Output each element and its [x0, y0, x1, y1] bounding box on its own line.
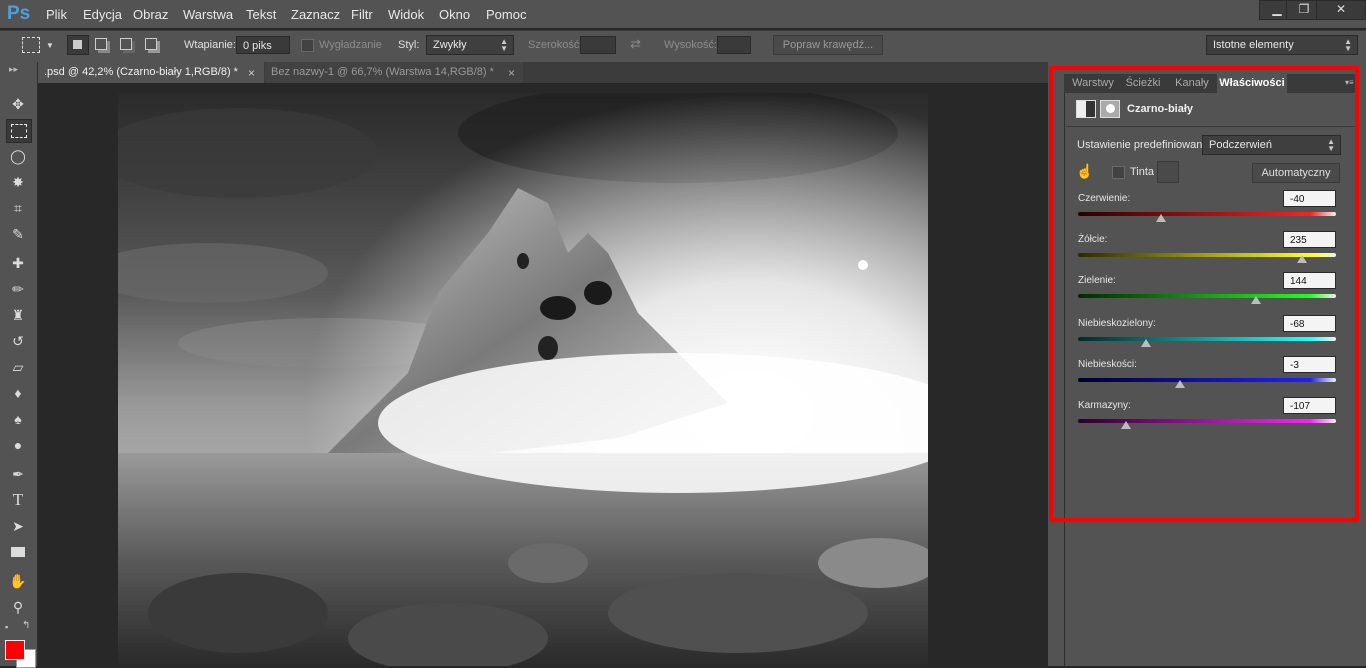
- menu-select[interactable]: Zaznacz: [291, 7, 340, 22]
- default-colors-icon[interactable]: ▪: [5, 622, 8, 632]
- paint-bucket-tool-icon[interactable]: ♦: [6, 382, 30, 404]
- intersect-selection-icon[interactable]: [145, 38, 157, 50]
- feather-input[interactable]: 0 piks: [236, 36, 290, 54]
- antialias-label: Wygładzanie: [319, 39, 382, 51]
- clone-stamp-tool-icon[interactable]: ♜: [6, 304, 30, 326]
- close-tab-icon[interactable]: ×: [508, 66, 515, 80]
- blur-tool-icon[interactable]: ♠: [6, 408, 30, 430]
- crop-tool-icon[interactable]: ⌗: [6, 197, 30, 219]
- height-label: Wysokość:: [664, 39, 718, 51]
- chevron-down-icon[interactable]: ▼: [46, 41, 54, 50]
- dodge-tool-icon[interactable]: ●: [6, 434, 30, 456]
- type-tool-icon[interactable]: T: [6, 489, 30, 511]
- menu-help[interactable]: Pomoc: [486, 7, 526, 22]
- new-selection-icon[interactable]: [67, 35, 89, 55]
- foreground-color-swatch[interactable]: [5, 640, 25, 660]
- brush-tool-icon[interactable]: ✏: [6, 278, 30, 300]
- menu-layer[interactable]: Warstwa: [183, 7, 233, 22]
- magic-wand-tool-icon[interactable]: ✸: [6, 171, 30, 193]
- tab-document-2[interactable]: Bez nazwy-1 @ 66,7% (Warstwa 14,RGB/8) *: [265, 62, 523, 83]
- menu-filter[interactable]: Filtr: [351, 7, 373, 22]
- zoom-tool-icon[interactable]: ⚲: [6, 596, 30, 618]
- close-window-button[interactable]: ✕: [1316, 0, 1366, 20]
- canvas-image[interactable]: [118, 93, 928, 666]
- rectangular-marquee-tool-icon[interactable]: [6, 119, 32, 143]
- width-input[interactable]: [580, 36, 616, 54]
- menu-file[interactable]: Plik: [46, 7, 67, 22]
- tab-document-1[interactable]: .psd @ 42,2% (Czarno-biały 1,RGB/8) *: [38, 62, 264, 83]
- subtract-from-selection-icon[interactable]: [120, 38, 132, 50]
- marquee-tool-preset-icon[interactable]: [22, 37, 40, 53]
- style-label: Styl:: [398, 39, 420, 51]
- rectangle-tool-icon[interactable]: [6, 541, 30, 563]
- close-tab-icon[interactable]: ×: [248, 66, 255, 80]
- pen-tool-icon[interactable]: ✒: [6, 463, 30, 485]
- hand-tool-icon[interactable]: ✋: [6, 570, 30, 592]
- photoshop-logo: Ps: [7, 3, 31, 24]
- height-input[interactable]: [717, 36, 751, 54]
- highlight-annotation-box: [1049, 66, 1359, 522]
- menu-edit[interactable]: Edycja: [83, 7, 122, 22]
- antialias-checkbox[interactable]: [301, 39, 314, 52]
- swap-colors-icon[interactable]: ↰: [22, 620, 30, 631]
- refine-edge-button[interactable]: Popraw krawędź...: [773, 35, 883, 55]
- menu-window[interactable]: Okno: [439, 7, 470, 22]
- lasso-tool-icon[interactable]: ◯: [6, 145, 30, 167]
- menu-view[interactable]: Widok: [388, 7, 424, 22]
- eyedropper-tool-icon[interactable]: ✎: [6, 223, 30, 245]
- history-brush-tool-icon[interactable]: ↺: [6, 330, 30, 352]
- swap-dimensions-icon[interactable]: ⇄: [630, 36, 641, 52]
- path-selection-tool-icon[interactable]: ➤: [6, 515, 30, 537]
- style-select[interactable]: Zwykły ▲ ▼: [426, 35, 514, 55]
- move-tool-icon[interactable]: ✥: [6, 93, 30, 115]
- menu-image[interactable]: Obraz: [133, 7, 168, 22]
- healing-brush-tool-icon[interactable]: ✚: [6, 252, 30, 274]
- eraser-tool-icon[interactable]: ▱: [6, 356, 30, 378]
- menu-type[interactable]: Tekst: [246, 7, 276, 22]
- add-to-selection-icon[interactable]: [95, 38, 107, 50]
- width-label: Szerokość:: [528, 39, 583, 51]
- collapse-tools-icon[interactable]: ▸▸: [9, 64, 18, 75]
- feather-label: Wtapianie:: [184, 39, 236, 51]
- workspace-select[interactable]: Istotne elementy ▲ ▼: [1206, 35, 1358, 55]
